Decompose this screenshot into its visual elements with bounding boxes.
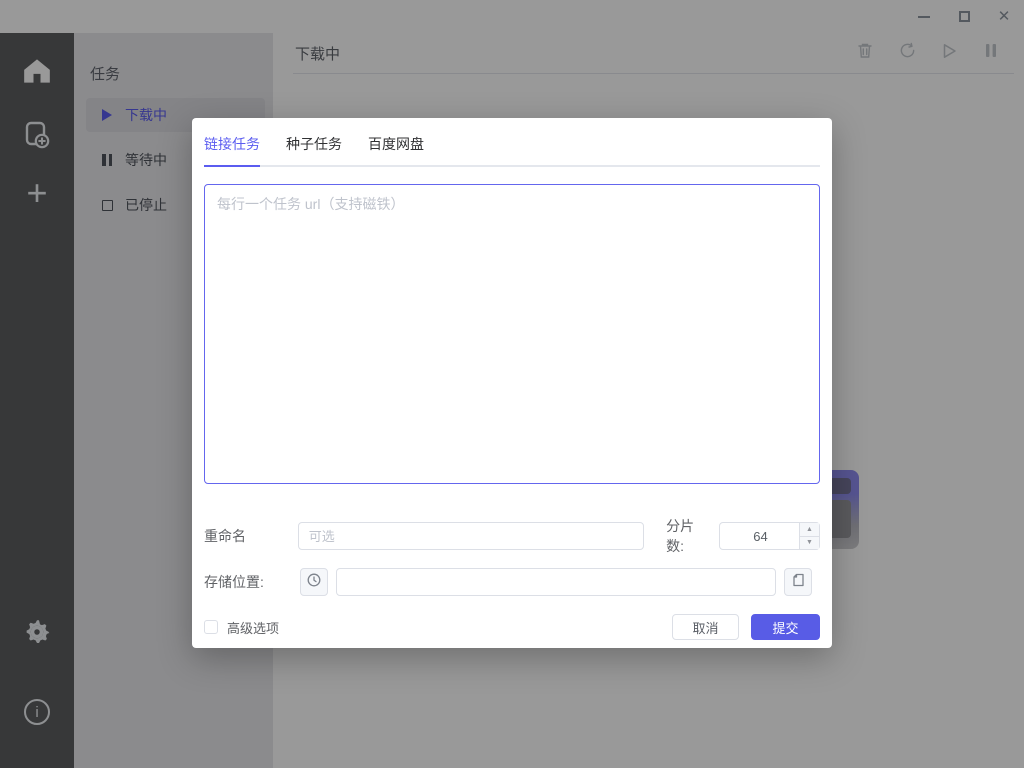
checkbox-icon [204, 620, 218, 634]
split-count-stepper: ▲ ▼ [719, 522, 821, 550]
location-input[interactable] [336, 568, 776, 596]
dialog-tabs: 链接任务 种子任务 百度网盘 [204, 134, 820, 167]
app-window: ✕ + i 任务 下载中 等待中 已停止 下载中 链接任务 种子任务 百度网盘 … [0, 0, 1024, 768]
location-label: 存储位置: [204, 574, 264, 590]
dialog-buttons: 取消 提交 [672, 614, 820, 640]
rename-row: 重命名 分片数: ▲ ▼ [204, 516, 821, 556]
url-textarea[interactable] [204, 184, 820, 484]
add-task-dialog: 链接任务 种子任务 百度网盘 重命名 分片数: ▲ ▼ 存储位置: [192, 118, 832, 648]
rename-label: 重命名 [204, 528, 246, 544]
chevron-down-icon: ▼ [806, 539, 813, 547]
submit-button[interactable]: 提交 [751, 614, 820, 640]
history-clock-icon [307, 573, 321, 592]
choose-folder-button[interactable] [784, 568, 812, 596]
tab-link-task[interactable]: 链接任务 [204, 134, 260, 167]
cancel-button[interactable]: 取消 [672, 614, 739, 640]
advanced-options-checkbox[interactable]: 高级选项 [204, 618, 279, 637]
tab-baidu-netdisk[interactable]: 百度网盘 [368, 134, 424, 165]
rename-input[interactable] [297, 522, 645, 550]
stepper-up-button[interactable]: ▲ [800, 523, 820, 536]
split-count-label: 分片数: [666, 518, 695, 554]
chevron-up-icon: ▲ [806, 525, 813, 533]
tab-torrent-task[interactable]: 种子任务 [286, 134, 342, 165]
dialog-footer: 高级选项 取消 提交 [204, 614, 820, 640]
stepper-down-button[interactable]: ▼ [800, 535, 820, 549]
advanced-options-label: 高级选项 [227, 620, 280, 636]
folder-icon [792, 573, 805, 592]
location-history-button[interactable] [300, 568, 328, 596]
location-row: 存储位置: [204, 568, 820, 596]
stepper-spinner: ▲ ▼ [799, 523, 820, 549]
